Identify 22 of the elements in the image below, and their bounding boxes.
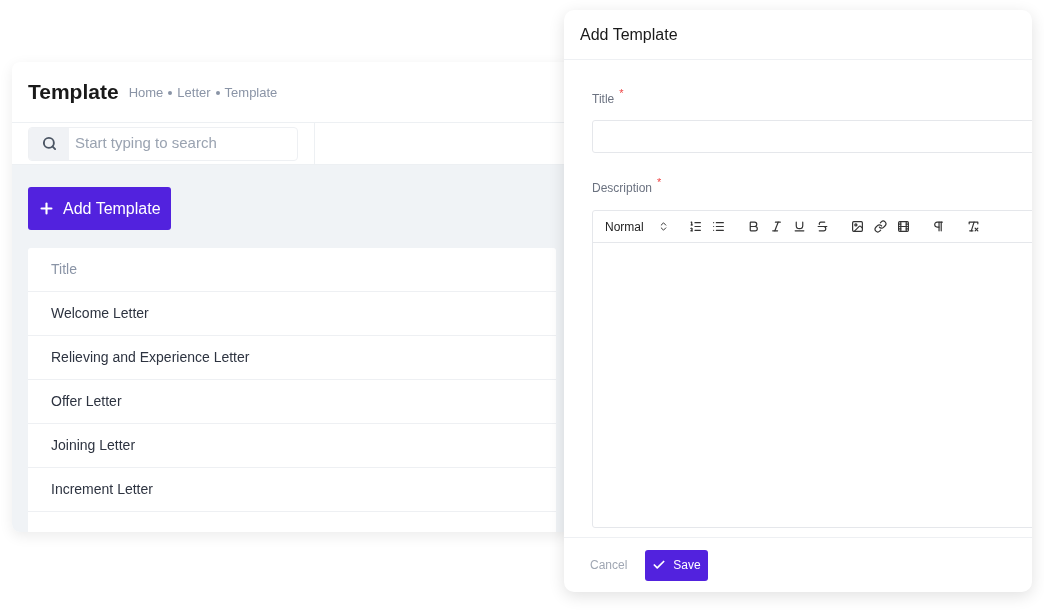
modal-title: Add Template (580, 24, 678, 45)
format-select[interactable]: Normal (605, 217, 669, 236)
field-label: Description (592, 180, 653, 197)
rich-text-editor[interactable]: Normal (592, 210, 1032, 528)
required-mark: * (619, 88, 624, 98)
column-header: Title (51, 260, 77, 279)
table-cell-text: Increment Letter (51, 480, 153, 499)
required-mark: * (657, 177, 662, 187)
save-button[interactable]: Save (645, 549, 708, 581)
field-label: Title (592, 91, 615, 108)
table-cell-text: Relieving and Experience Letter (51, 348, 250, 367)
link-icon[interactable] (871, 218, 889, 235)
page-title: Template (28, 79, 119, 106)
table-cell-text: Joining Letter (51, 436, 136, 455)
search-input[interactable]: Start typing to search (69, 127, 297, 160)
check-icon (652, 558, 667, 572)
table-cell-text: Welcome Letter (51, 304, 149, 323)
search-icon (41, 136, 57, 151)
add-template-button[interactable]: Add Template (28, 187, 171, 230)
search-field[interactable]: Start typing to search (28, 126, 298, 161)
table-cell-text: Offer Letter (51, 392, 122, 411)
plus-icon (38, 200, 55, 217)
